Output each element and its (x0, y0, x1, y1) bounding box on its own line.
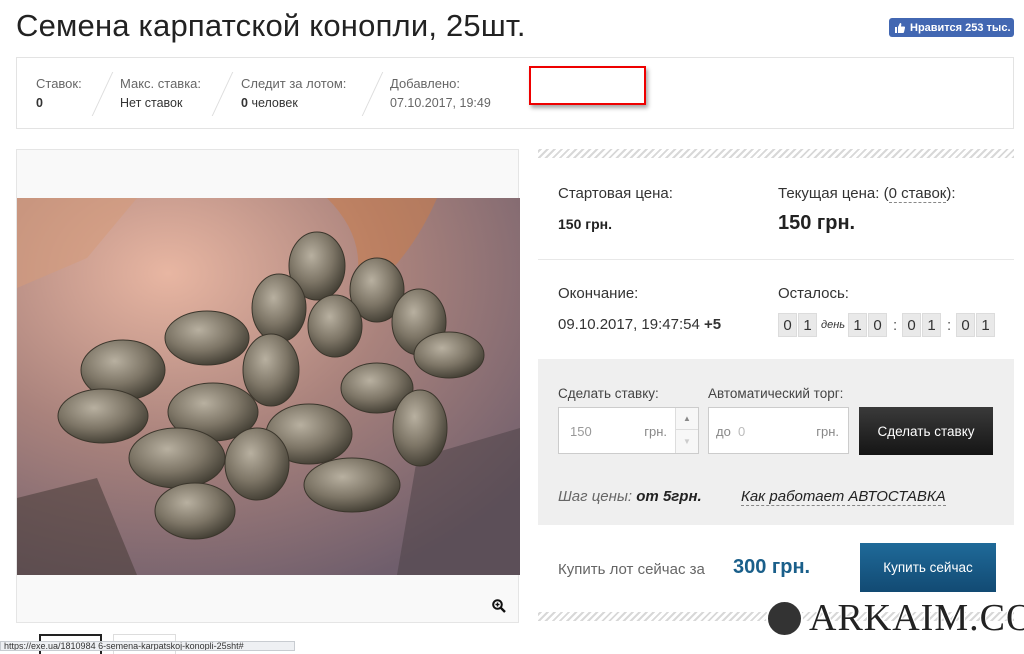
redacted-box (529, 66, 646, 105)
make-bid-label: Сделать ставку: (558, 386, 659, 401)
bid-amount-input[interactable]: 150 грн. ▲ ▼ (558, 407, 699, 454)
thumbs-up-icon (895, 22, 906, 33)
facebook-like-label: Нравится 253 тыс. (910, 21, 1011, 34)
facebook-like-button[interactable]: Нравится 253 тыс. (889, 18, 1014, 37)
buy-now-button[interactable]: Купить сейчас (860, 543, 996, 592)
time-left-label: Осталось: (778, 285, 849, 302)
current-price-value: 150 грн. (778, 212, 856, 234)
buy-now-price: 300 грн. (733, 556, 811, 578)
autobid-help-link[interactable]: Как работает АВТОСТАВКА (741, 488, 946, 506)
bid-count-link[interactable]: 0 ставок (888, 185, 947, 203)
buy-now-label: Купить лот сейчас за (558, 561, 705, 578)
stripe-divider (538, 149, 1014, 158)
divider (538, 259, 1014, 260)
watermark-logo-icon (766, 599, 803, 637)
bid-spinner[interactable]: ▲ ▼ (675, 408, 698, 453)
max-bid: Макс. ставка: Нет ставок (120, 76, 202, 110)
zoom-in-icon[interactable] (492, 599, 506, 613)
product-photo[interactable] (17, 198, 520, 575)
start-price-label: Стартовая цена: (558, 185, 673, 202)
end-date: 09.10.2017, 19:47:54 +5 (558, 316, 722, 333)
status-url: https://exe.ua/1810984 6-semena-karpatsk… (0, 641, 295, 651)
end-label: Окончание: (558, 285, 639, 302)
decrement-icon[interactable]: ▼ (676, 430, 698, 452)
current-price-label: Текущая цена: (0 ставок): (778, 185, 956, 203)
divider (91, 72, 114, 116)
divider (361, 72, 384, 116)
place-bid-button[interactable]: Сделать ставку (859, 407, 993, 455)
product-gallery (16, 149, 520, 623)
auto-bid-label: Автоматический торг: (708, 386, 844, 401)
watermark: ARKAIM.CO (766, 596, 1024, 640)
increment-icon[interactable]: ▲ (676, 408, 698, 430)
price-step: Шаг цены: от 5грн. Как работает АВТОСТАВ… (558, 488, 946, 506)
lot-info-bar: Ставок: 0 Макс. ставка: Нет ставок Следи… (16, 57, 1014, 129)
added-date: Добавлено: 07.10.2017, 19:49 (390, 76, 491, 110)
countdown-timer: 0 1 день 1 0 : 0 1 : 0 1 (778, 313, 996, 337)
auto-bid-input[interactable]: до 0 грн. (708, 407, 849, 454)
bids-count: Ставок: 0 (36, 76, 82, 110)
page-title: Семена карпатской конопли, 25шт. (16, 8, 526, 43)
watchers: Следит за лотом: 0 человек (241, 76, 347, 110)
start-price-value: 150 грн. (558, 216, 612, 232)
divider (211, 72, 234, 116)
